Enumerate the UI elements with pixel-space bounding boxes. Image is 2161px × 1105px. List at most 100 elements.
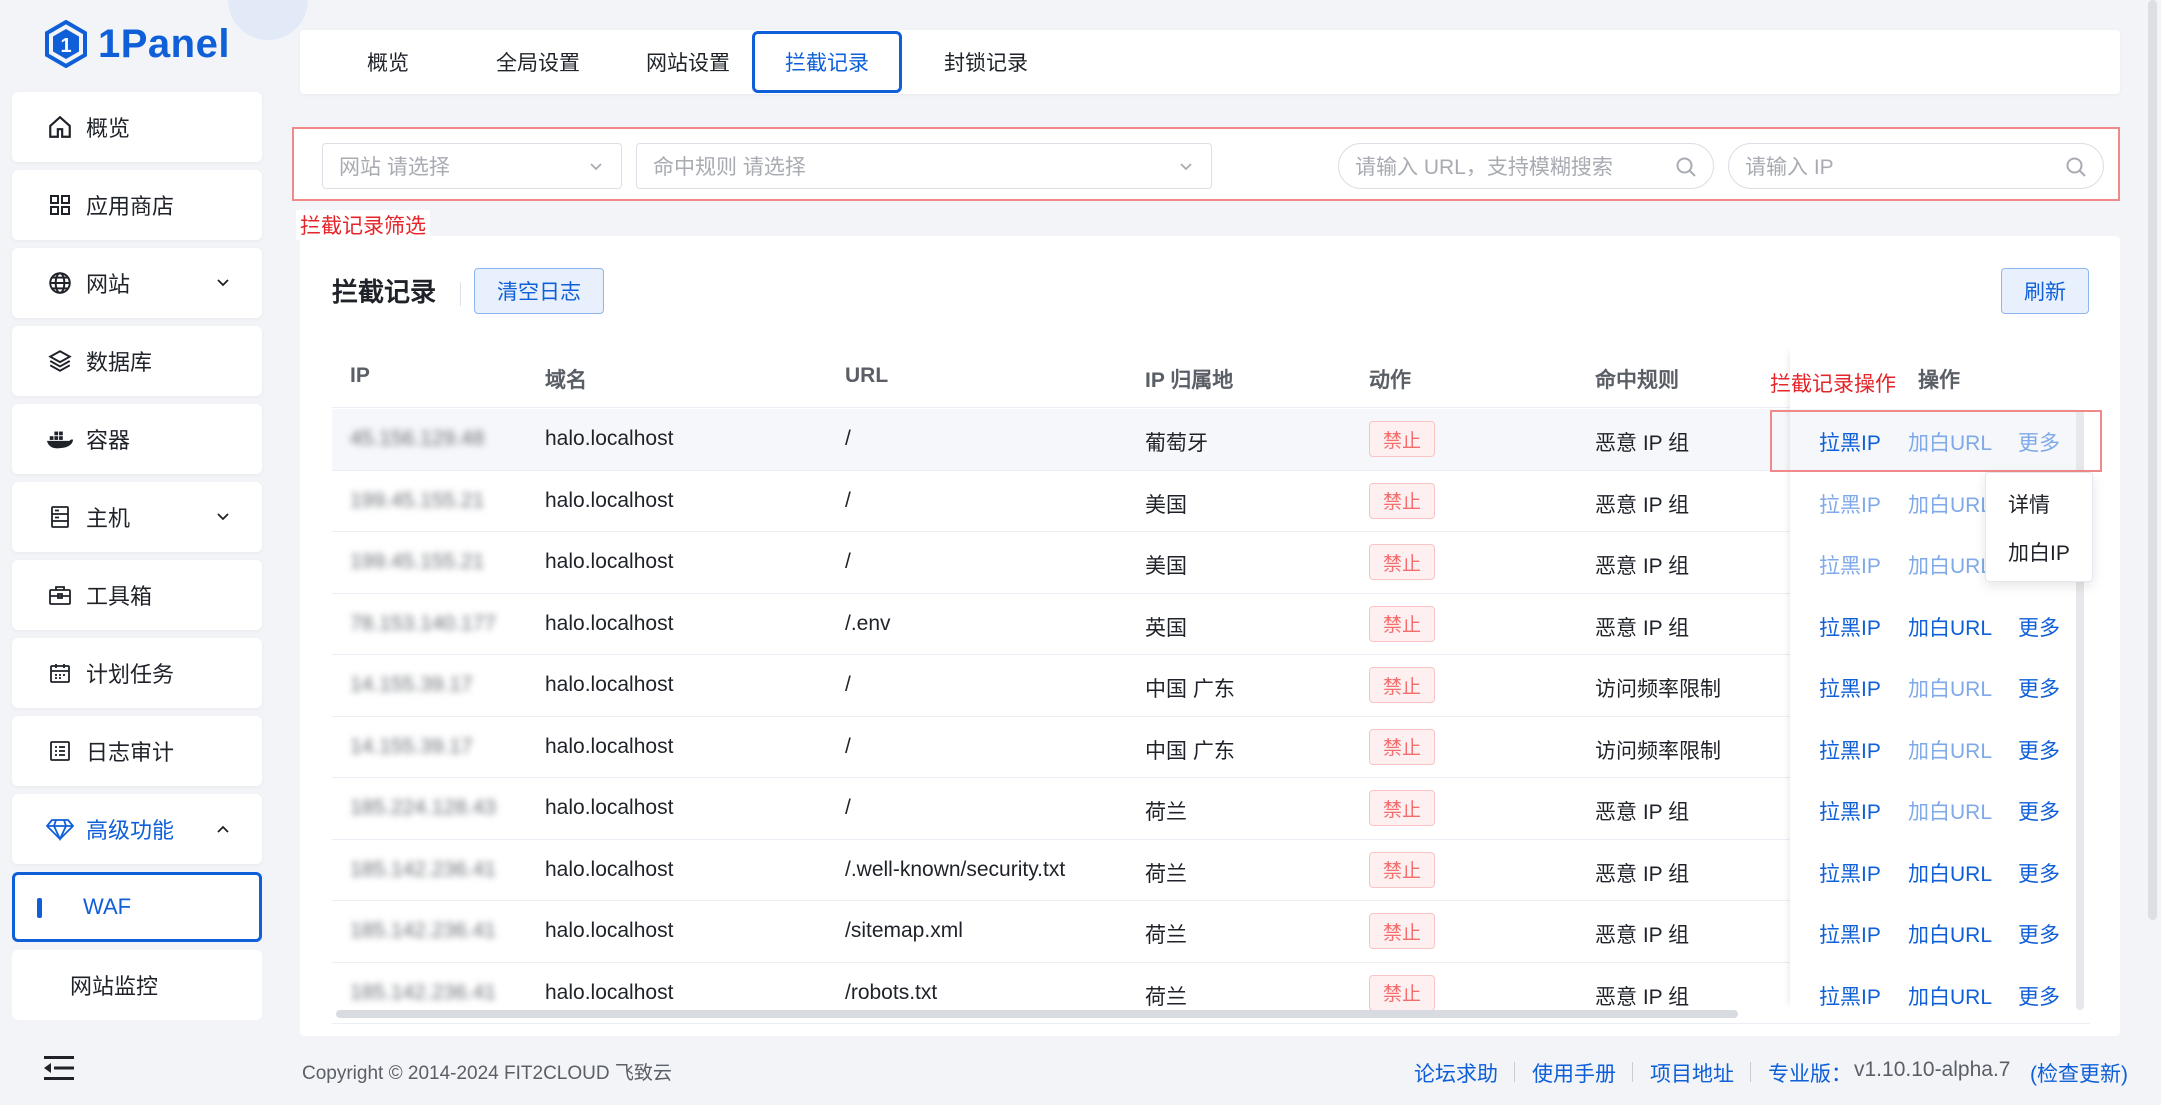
more-link[interactable]: 更多: [2018, 919, 2060, 949]
cell-rule: 恶意 IP 组: [1595, 985, 1690, 1009]
url-search-input[interactable]: 请输入 URL，支持模糊搜索: [1338, 143, 1714, 189]
sidebar-item-app-store[interactable]: 应用商店: [12, 170, 262, 240]
cell-domain: halo.localhost: [545, 427, 674, 450]
sidebar-subitem-website-monitor[interactable]: 网站监控: [12, 950, 262, 1020]
clear-log-button[interactable]: 清空日志: [474, 268, 604, 314]
manual-link[interactable]: 使用手册: [1532, 1058, 1616, 1088]
waf-tabs: 概览 全局设置 网站设置 拦截记录 封锁记录: [300, 30, 2120, 94]
dropdown-item-details[interactable]: 详情: [2008, 489, 2050, 519]
tab-block-records[interactable]: 封锁记录: [924, 30, 1048, 94]
column-header-ip: IP: [350, 364, 370, 387]
logo-hex-icon: 1: [45, 20, 87, 68]
whitelist-url-link[interactable]: 加白URL: [1908, 796, 1992, 826]
cell-url: /: [845, 734, 851, 758]
cell-rule: 恶意 IP 组: [1595, 801, 1690, 824]
whitelist-url-link[interactable]: 加白URL: [1908, 981, 1992, 1011]
cell-geo: 中国 广东: [1145, 739, 1235, 763]
rule-select[interactable]: 命中规则 请选择: [636, 143, 1212, 189]
action-tag: 禁止: [1369, 728, 1435, 765]
sidebar-item-log-audit[interactable]: 日志审计: [12, 716, 262, 786]
blacklist-ip-link[interactable]: 拉黑IP: [1819, 919, 1881, 949]
cell-ip: 185.224.128.43: [350, 796, 496, 819]
cell-rule: 恶意 IP 组: [1595, 555, 1690, 578]
more-link[interactable]: 更多: [2018, 981, 2060, 1011]
cell-domain: halo.localhost: [545, 734, 674, 758]
logo[interactable]: 1 1Panel: [44, 16, 230, 72]
action-tag: 禁止: [1369, 421, 1435, 457]
blacklist-ip-link[interactable]: 拉黑IP: [1819, 858, 1881, 888]
sidebar-item-host[interactable]: 主机: [12, 482, 262, 552]
search-icon[interactable]: [2065, 156, 2087, 178]
more-link[interactable]: 更多: [2018, 612, 2060, 642]
column-header-url: URL: [845, 364, 889, 387]
page-vertical-scrollbar[interactable]: [2148, 0, 2157, 920]
sidebar-item-website[interactable]: 网站: [12, 248, 262, 318]
cell-domain: halo.localhost: [545, 488, 674, 512]
logo-decoration: [228, 0, 308, 40]
whitelist-url-link[interactable]: 加白URL: [1908, 735, 1992, 765]
website-select-placeholder: 网站 请选择: [339, 156, 450, 179]
sidebar-item-overview[interactable]: 概览: [12, 92, 262, 162]
refresh-button[interactable]: 刷新: [2001, 268, 2089, 314]
chevron-down-icon: [590, 163, 602, 171]
check-update-link[interactable]: (检查更新): [2030, 1058, 2128, 1088]
sidebar-subitem-label: WAF: [83, 894, 132, 919]
blacklist-ip-link[interactable]: 拉黑IP: [1819, 489, 1881, 519]
whitelist-url-link[interactable]: 加白URL: [1908, 550, 1992, 580]
collapse-menu-icon[interactable]: [44, 1055, 74, 1081]
cell-ip: 185.142.236.41: [350, 857, 496, 881]
more-link[interactable]: 更多: [2018, 673, 2060, 703]
tab-overview[interactable]: 概览: [340, 30, 436, 94]
whitelist-url-link[interactable]: 加白URL: [1908, 673, 1992, 703]
more-link[interactable]: 更多: [2018, 735, 2060, 765]
more-link[interactable]: 更多: [2018, 796, 2060, 826]
sidebar-item-container[interactable]: 容器: [12, 404, 262, 474]
dropdown-item-whitelist-ip[interactable]: 加白IP: [2008, 537, 2070, 567]
rule-select-placeholder: 命中规则 请选择: [653, 156, 806, 179]
blacklist-ip-link[interactable]: 拉黑IP: [1819, 673, 1881, 703]
tab-intercept-records[interactable]: 拦截记录: [752, 31, 902, 93]
project-link[interactable]: 项目地址: [1650, 1058, 1734, 1088]
ip-search-input[interactable]: 请输入 IP: [1728, 143, 2104, 189]
sidebar-subitem-waf[interactable]: WAF: [12, 872, 262, 942]
tab-global-settings[interactable]: 全局设置: [476, 30, 600, 94]
column-header-geo: IP 归属地: [1145, 369, 1234, 392]
cell-rule: 恶意 IP 组: [1595, 924, 1690, 947]
column-header-domain: 域名: [545, 369, 587, 392]
whitelist-url-link[interactable]: 加白URL: [1908, 612, 1992, 642]
sidebar-item-label: 概览: [86, 116, 131, 141]
table-horizontal-scrollbar[interactable]: [336, 1010, 1738, 1018]
action-tag: 禁止: [1369, 482, 1435, 519]
blacklist-ip-link[interactable]: 拉黑IP: [1819, 735, 1881, 765]
ops-annotation-box: [1770, 410, 2102, 472]
cell-geo: 葡萄牙: [1145, 432, 1208, 455]
blacklist-ip-link[interactable]: 拉黑IP: [1819, 550, 1881, 580]
cell-rule: 恶意 IP 组: [1595, 432, 1690, 455]
grid-icon: [46, 191, 74, 219]
cell-ip: 78.153.140.177: [350, 611, 496, 635]
whitelist-url-link[interactable]: 加白URL: [1908, 489, 1992, 519]
more-dropdown: 详情 加白IP: [1985, 472, 2093, 582]
whitelist-url-link[interactable]: 加白URL: [1908, 919, 1992, 949]
blacklist-ip-link[interactable]: 拉黑IP: [1819, 612, 1881, 642]
forum-link[interactable]: 论坛求助: [1414, 1058, 1498, 1088]
search-icon[interactable]: [1675, 156, 1697, 178]
more-link[interactable]: 更多: [2018, 858, 2060, 888]
sidebar-item-cron[interactable]: 计划任务: [12, 638, 262, 708]
blacklist-ip-link[interactable]: 拉黑IP: [1819, 796, 1881, 826]
cell-domain: halo.localhost: [545, 796, 674, 819]
sidebar-subitem-label: 网站监控: [70, 974, 159, 999]
sidebar-item-label: 网站: [86, 272, 131, 297]
whitelist-url-link[interactable]: 加白URL: [1908, 858, 1992, 888]
sidebar-item-advanced[interactable]: 高级功能: [12, 794, 262, 864]
sidebar-item-database[interactable]: 数据库: [12, 326, 262, 396]
tab-website-settings[interactable]: 网站设置: [626, 30, 750, 94]
blacklist-ip-link[interactable]: 拉黑IP: [1819, 981, 1881, 1011]
cell-ip: 45.156.129.48: [350, 427, 485, 450]
website-select[interactable]: 网站 请选择: [322, 143, 622, 189]
cell-geo: 荷兰: [1145, 985, 1187, 1009]
chevron-down-icon: [1180, 163, 1192, 171]
cell-domain: halo.localhost: [545, 857, 674, 881]
sidebar-item-toolbox[interactable]: 工具箱: [12, 560, 262, 630]
filter-bar: 网站 请选择 命中规则 请选择 请输入 URL，支持模糊搜索 请输入 IP: [292, 127, 2120, 201]
